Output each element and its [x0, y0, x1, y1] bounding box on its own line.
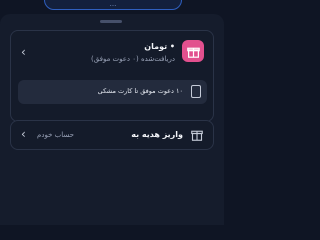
gift-destination-label: واریز هدیه به — [131, 130, 183, 139]
chevron-left-icon[interactable]: ‹ — [21, 127, 26, 141]
bottom-sheet: • تومان دریافت‌شده (۰ دعوت موفق) ‹ ۱۰ دع… — [0, 14, 224, 225]
top-banner: ... — [44, 0, 182, 10]
card-icon — [191, 85, 201, 98]
sheet-handle[interactable] — [100, 20, 122, 23]
gift-destination-row[interactable]: واریز هدیه به حساب خودم ‹ — [10, 120, 214, 150]
gift-icon — [182, 40, 204, 62]
progress-info-text: ۱۰ دعوت موفق تا کارت مشکی — [97, 87, 183, 95]
chevron-left-icon[interactable]: ‹ — [21, 45, 26, 59]
destination-account: حساب خودم — [37, 131, 74, 139]
reward-amount: • تومان — [144, 42, 175, 51]
gift-box-icon — [191, 129, 203, 141]
progress-info-row: ۱۰ دعوت موفق تا کارت مشکی — [18, 80, 207, 104]
banner-text: ... — [109, 0, 117, 8]
gift-card[interactable]: • تومان دریافت‌شده (۰ دعوت موفق) ‹ ۱۰ دع… — [10, 30, 214, 122]
received-status: دریافت‌شده (۰ دعوت موفق) — [91, 55, 175, 63]
